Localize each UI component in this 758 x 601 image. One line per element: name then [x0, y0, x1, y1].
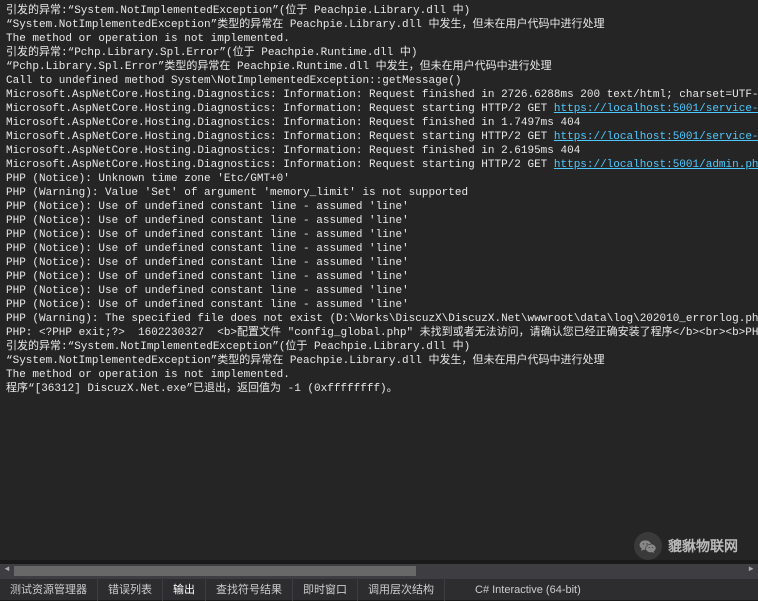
bottom-tab-bar: 测试资源管理器错误列表输出查找符号结果即时窗口调用层次结构 C# Interact…	[0, 578, 758, 600]
console-line: “System.NotImplementedException”类型的异常在 P…	[6, 18, 752, 32]
tab-2[interactable]: 输出	[163, 579, 206, 601]
console-line: 引发的异常:“System.NotImplementedException”(位…	[6, 4, 752, 18]
console-line: PHP: <?PHP exit;?> 1602230327 <b>配置文件 "c…	[6, 326, 752, 340]
console-line: Microsoft.AspNetCore.Hosting.Diagnostics…	[6, 144, 752, 158]
scroll-track[interactable]	[14, 564, 744, 578]
watermark-text: 貔貅物联网	[668, 536, 738, 556]
scroll-thumb[interactable]	[14, 566, 416, 576]
console-line: Microsoft.AspNetCore.Hosting.Diagnostics…	[6, 88, 752, 102]
console-line: PHP (Warning): Value 'Set' of argument '…	[6, 186, 752, 200]
wechat-icon	[634, 532, 662, 560]
console-line: Microsoft.AspNetCore.Hosting.Diagnostics…	[6, 116, 752, 130]
console-line: 程序“[36312] DiscuzX.Net.exe”已退出，返回值为 -1 (…	[6, 382, 752, 396]
console-line: PHP (Notice): Use of undefined constant …	[6, 228, 752, 242]
console-link[interactable]: https://localhost:5001/service-worker.js	[554, 131, 758, 143]
console-line: 引发的异常:“Pchp.Library.Spl.Error”(位于 Peachp…	[6, 46, 752, 60]
tab-1[interactable]: 错误列表	[98, 579, 163, 601]
status-text: C# Interactive (64-bit)	[465, 584, 591, 596]
console-line: PHP (Notice): Use of undefined constant …	[6, 284, 752, 298]
console-line: PHP (Notice): Use of undefined constant …	[6, 242, 752, 256]
watermark: 貔貅物联网	[634, 532, 738, 560]
console-line: Microsoft.AspNetCore.Hosting.Diagnostics…	[6, 158, 752, 172]
console-line: Microsoft.AspNetCore.Hosting.Diagnostics…	[6, 102, 752, 116]
console-link[interactable]: https://localhost:5001/admin.php	[554, 159, 758, 171]
console-line: Microsoft.AspNetCore.Hosting.Diagnostics…	[6, 130, 752, 144]
console-line: PHP (Notice): Use of undefined constant …	[6, 256, 752, 270]
console-line: Call to undefined method System\NotImple…	[6, 74, 752, 88]
tab-4[interactable]: 即时窗口	[293, 579, 358, 601]
console-line: PHP (Warning): The specified file does n…	[6, 312, 752, 326]
console-line: 引发的异常:“System.NotImplementedException”(位…	[6, 340, 752, 354]
console-line: PHP (Notice): Use of undefined constant …	[6, 214, 752, 228]
tab-3[interactable]: 查找符号结果	[206, 579, 293, 601]
console-line: PHP (Notice): Use of undefined constant …	[6, 298, 752, 312]
tab-0[interactable]: 测试资源管理器	[0, 579, 98, 601]
console-line: The method or operation is not implement…	[6, 32, 752, 46]
tab-5[interactable]: 调用层次结构	[358, 579, 445, 601]
scroll-left-button[interactable]: ◄	[0, 564, 14, 578]
horizontal-scrollbar[interactable]: ◄ ►	[0, 564, 758, 578]
scroll-right-button[interactable]: ►	[744, 564, 758, 578]
console-line: The method or operation is not implement…	[6, 368, 752, 382]
output-console: 引发的异常:“System.NotImplementedException”(位…	[0, 0, 758, 560]
console-line: PHP (Notice): Use of undefined constant …	[6, 270, 752, 284]
console-link[interactable]: https://localhost:5001/service-worker.js	[554, 103, 758, 115]
console-line: “System.NotImplementedException”类型的异常在 P…	[6, 354, 752, 368]
console-line: “Pchp.Library.Spl.Error”类型的异常在 Peachpie.…	[6, 60, 752, 74]
console-line: PHP (Notice): Use of undefined constant …	[6, 200, 752, 214]
console-line: PHP (Notice): Unknown time zone 'Etc/GMT…	[6, 172, 752, 186]
